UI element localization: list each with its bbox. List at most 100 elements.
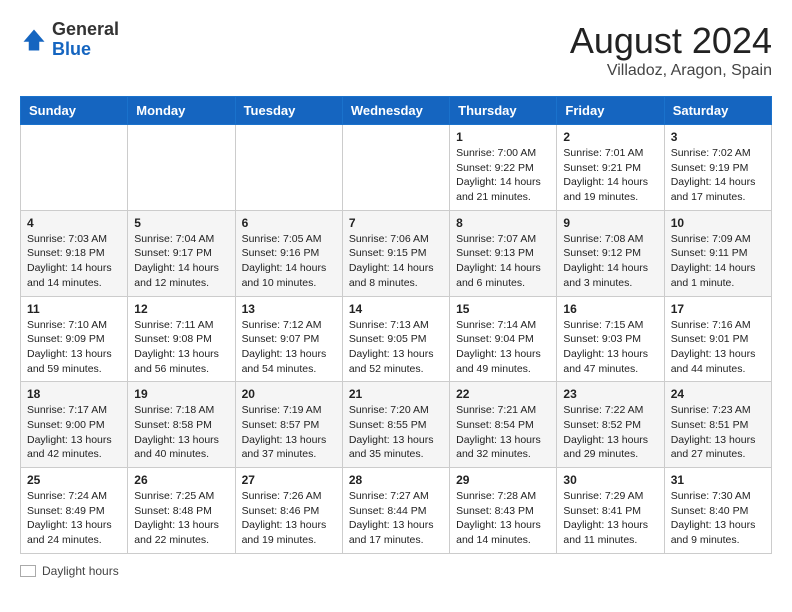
logo-icon [20, 26, 48, 54]
calendar-day-cell [128, 125, 235, 211]
day-info: Sunrise: 7:27 AM Sunset: 8:44 PM Dayligh… [349, 489, 443, 548]
day-number: 1 [456, 130, 550, 144]
day-info: Sunrise: 7:30 AM Sunset: 8:40 PM Dayligh… [671, 489, 765, 548]
day-info: Sunrise: 7:15 AM Sunset: 9:03 PM Dayligh… [563, 318, 657, 377]
day-info: Sunrise: 7:18 AM Sunset: 8:58 PM Dayligh… [134, 403, 228, 462]
day-info: Sunrise: 7:24 AM Sunset: 8:49 PM Dayligh… [27, 489, 121, 548]
day-number: 22 [456, 387, 550, 401]
day-info: Sunrise: 7:01 AM Sunset: 9:21 PM Dayligh… [563, 146, 657, 205]
day-info: Sunrise: 7:13 AM Sunset: 9:05 PM Dayligh… [349, 318, 443, 377]
day-number: 6 [242, 216, 336, 230]
day-info: Sunrise: 7:04 AM Sunset: 9:17 PM Dayligh… [134, 232, 228, 291]
day-number: 29 [456, 473, 550, 487]
calendar-day-cell [235, 125, 342, 211]
calendar-header-row: SundayMondayTuesdayWednesdayThursdayFrid… [21, 97, 772, 125]
day-info: Sunrise: 7:00 AM Sunset: 9:22 PM Dayligh… [456, 146, 550, 205]
logo-general-text: General [52, 19, 119, 39]
legend-color-box [20, 565, 36, 577]
day-number: 3 [671, 130, 765, 144]
day-number: 12 [134, 302, 228, 316]
day-number: 18 [27, 387, 121, 401]
calendar-day-header: Monday [128, 97, 235, 125]
calendar-day-cell: 31Sunrise: 7:30 AM Sunset: 8:40 PM Dayli… [664, 468, 771, 554]
calendar-day-cell: 9Sunrise: 7:08 AM Sunset: 9:12 PM Daylig… [557, 210, 664, 296]
day-number: 14 [349, 302, 443, 316]
calendar-day-header: Wednesday [342, 97, 449, 125]
logo: General Blue [20, 20, 119, 60]
calendar-day-cell: 2 Sunrise: 7:01 AM Sunset: 9:21 PM Daylig… [557, 125, 664, 211]
calendar-day-cell: 4 Sunrise: 7:03 AM Sunset: 9:18 PM Daylig… [21, 210, 128, 296]
day-number: 7 [349, 216, 443, 230]
day-number: 23 [563, 387, 657, 401]
calendar-day-cell: 27Sunrise: 7:26 AM Sunset: 8:46 PM Dayli… [235, 468, 342, 554]
calendar-day-cell: 20 Sunrise: 7:19 AM Sunset: 8:57 PM Dayli… [235, 382, 342, 468]
day-info: Sunrise: 7:29 AM Sunset: 8:41 PM Dayligh… [563, 489, 657, 548]
day-number: 25 [27, 473, 121, 487]
calendar-day-cell: 25 Sunrise: 7:24 AM Sunset: 8:49 PM Dayli… [21, 468, 128, 554]
day-info: Sunrise: 7:26 AM Sunset: 8:46 PM Dayligh… [242, 489, 336, 548]
day-info: Sunrise: 7:14 AM Sunset: 9:04 PM Dayligh… [456, 318, 550, 377]
day-number: 2 [563, 130, 657, 144]
calendar-day-cell: 23 Sunrise: 7:22 AM Sunset: 8:52 PM Dayli… [557, 382, 664, 468]
day-number: 28 [349, 473, 443, 487]
day-number: 11 [27, 302, 121, 316]
calendar-week-row: 11 Sunrise: 7:10 AM Sunset: 9:09 PM Dayli… [21, 296, 772, 382]
location-subtitle: Villadoz, Aragon, Spain [570, 62, 772, 80]
day-number: 8 [456, 216, 550, 230]
day-info: Sunrise: 7:23 AM Sunset: 8:51 PM Dayligh… [671, 403, 765, 462]
day-info: Sunrise: 7:25 AM Sunset: 8:48 PM Dayligh… [134, 489, 228, 548]
day-info: Sunrise: 7:19 AM Sunset: 8:57 PM Dayligh… [242, 403, 336, 462]
logo-blue-text: Blue [52, 39, 91, 59]
day-info: Sunrise: 7:10 AM Sunset: 9:09 PM Dayligh… [27, 318, 121, 377]
day-info: Sunrise: 7:03 AM Sunset: 9:18 PM Dayligh… [27, 232, 121, 291]
day-number: 17 [671, 302, 765, 316]
calendar-day-cell: 14 Sunrise: 7:13 AM Sunset: 9:05 PM Dayli… [342, 296, 449, 382]
calendar-table: SundayMondayTuesdayWednesdayThursdayFrid… [20, 96, 772, 554]
day-number: 4 [27, 216, 121, 230]
calendar-day-cell: 13Sunrise: 7:12 AM Sunset: 9:07 PM Dayli… [235, 296, 342, 382]
calendar-day-cell: 6 Sunrise: 7:05 AM Sunset: 9:16 PM Daylig… [235, 210, 342, 296]
calendar-day-cell: 8Sunrise: 7:07 AM Sunset: 9:13 PM Daylig… [450, 210, 557, 296]
day-info: Sunrise: 7:28 AM Sunset: 8:43 PM Dayligh… [456, 489, 550, 548]
day-info: Sunrise: 7:22 AM Sunset: 8:52 PM Dayligh… [563, 403, 657, 462]
calendar-day-cell: 5 Sunrise: 7:04 AM Sunset: 9:17 PM Daylig… [128, 210, 235, 296]
page-header: General Blue August 2024 Villadoz, Arago… [20, 20, 772, 80]
day-number: 26 [134, 473, 228, 487]
calendar-day-cell: 21 Sunrise: 7:20 AM Sunset: 8:55 PM Dayli… [342, 382, 449, 468]
day-info: Sunrise: 7:05 AM Sunset: 9:16 PM Dayligh… [242, 232, 336, 291]
day-info: Sunrise: 7:11 AM Sunset: 9:08 PM Dayligh… [134, 318, 228, 377]
calendar-day-cell: 18 Sunrise: 7:17 AM Sunset: 9:00 PM Dayli… [21, 382, 128, 468]
calendar-day-cell: 24 Sunrise: 7:23 AM Sunset: 8:51 PM Dayli… [664, 382, 771, 468]
legend-label: Daylight hours [42, 564, 119, 578]
calendar-day-cell: 3Sunrise: 7:02 AM Sunset: 9:19 PM Daylig… [664, 125, 771, 211]
month-year-title: August 2024 [570, 20, 772, 62]
day-info: Sunrise: 7:17 AM Sunset: 9:00 PM Dayligh… [27, 403, 121, 462]
day-number: 15 [456, 302, 550, 316]
day-number: 21 [349, 387, 443, 401]
calendar-day-cell: 1 Sunrise: 7:00 AM Sunset: 9:22 PM Daylig… [450, 125, 557, 211]
calendar-day-cell: 12 Sunrise: 7:11 AM Sunset: 9:08 PM Dayli… [128, 296, 235, 382]
calendar-day-header: Thursday [450, 97, 557, 125]
calendar-day-cell: 16Sunrise: 7:15 AM Sunset: 9:03 PM Dayli… [557, 296, 664, 382]
title-area: August 2024 Villadoz, Aragon, Spain [570, 20, 772, 80]
calendar-body: 1 Sunrise: 7:00 AM Sunset: 9:22 PM Daylig… [21, 125, 772, 554]
day-info: Sunrise: 7:08 AM Sunset: 9:12 PM Dayligh… [563, 232, 657, 291]
calendar-day-cell: 17 Sunrise: 7:16 AM Sunset: 9:01 PM Dayli… [664, 296, 771, 382]
legend: Daylight hours [20, 564, 772, 578]
day-number: 5 [134, 216, 228, 230]
calendar-day-cell [21, 125, 128, 211]
calendar-day-cell: 15 Sunrise: 7:14 AM Sunset: 9:04 PM Dayli… [450, 296, 557, 382]
calendar-day-cell: 7 Sunrise: 7:06 AM Sunset: 9:15 PM Daylig… [342, 210, 449, 296]
calendar-day-cell: 19 Sunrise: 7:18 AM Sunset: 8:58 PM Dayli… [128, 382, 235, 468]
day-number: 24 [671, 387, 765, 401]
day-info: Sunrise: 7:16 AM Sunset: 9:01 PM Dayligh… [671, 318, 765, 377]
calendar-day-header: Sunday [21, 97, 128, 125]
calendar-week-row: 18 Sunrise: 7:17 AM Sunset: 9:00 PM Dayli… [21, 382, 772, 468]
day-number: 20 [242, 387, 336, 401]
calendar-day-cell: 28 Sunrise: 7:27 AM Sunset: 8:44 PM Dayli… [342, 468, 449, 554]
calendar-day-cell: 30Sunrise: 7:29 AM Sunset: 8:41 PM Dayli… [557, 468, 664, 554]
day-number: 19 [134, 387, 228, 401]
calendar-day-cell: 10Sunrise: 7:09 AM Sunset: 9:11 PM Dayli… [664, 210, 771, 296]
day-info: Sunrise: 7:20 AM Sunset: 8:55 PM Dayligh… [349, 403, 443, 462]
day-info: Sunrise: 7:06 AM Sunset: 9:15 PM Dayligh… [349, 232, 443, 291]
